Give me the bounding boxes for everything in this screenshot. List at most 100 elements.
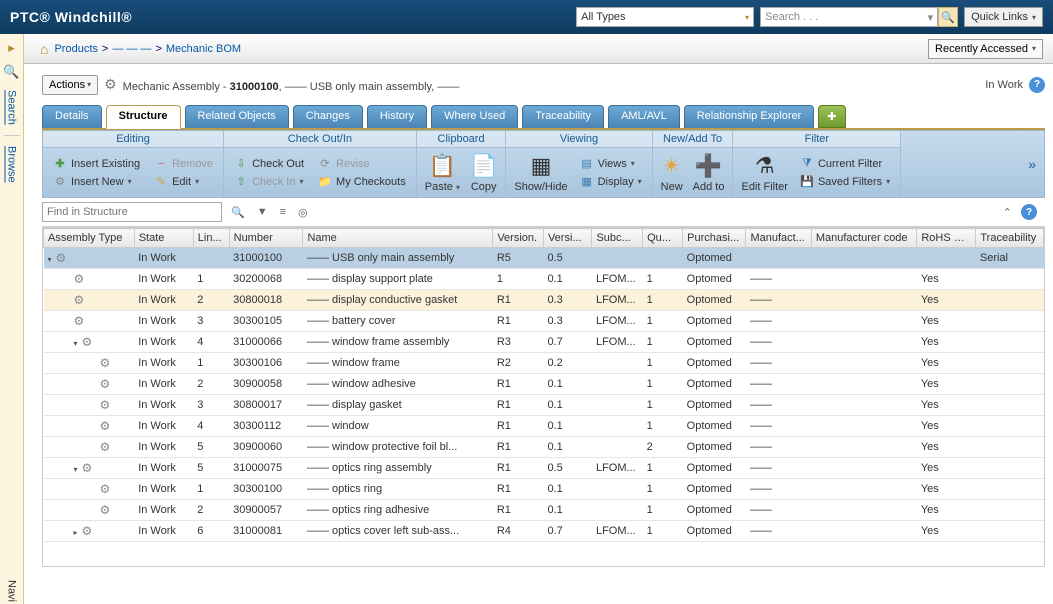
tab-where-used[interactable]: Where Used	[431, 105, 518, 128]
col-header[interactable]: Assembly Type	[44, 229, 135, 248]
table-row[interactable]: ⚙In Work430300112—— windowR10.11Optomed—…	[44, 416, 1044, 437]
ribbon-newadd: New/Add To ✴New ➕Add to	[653, 131, 734, 197]
col-header[interactable]: Number	[229, 229, 303, 248]
table-row[interactable]: ⚙In Work130300106—— window frameR20.21Op…	[44, 353, 1044, 374]
col-header[interactable]: Subc...	[592, 229, 643, 248]
edit[interactable]: ✎Edit ▾	[152, 174, 215, 190]
ribbon-group-title: Filter	[733, 131, 900, 148]
help-icon[interactable]: ?	[1029, 77, 1045, 93]
table-row[interactable]: ▾⚙In Work531000075—— optics ring assembl…	[44, 458, 1044, 479]
tab-traceability[interactable]: Traceability	[522, 105, 604, 128]
insert-new[interactable]: ⚙Insert New ▾	[51, 174, 142, 190]
tree-toggle-icon[interactable]: ▾	[74, 465, 82, 474]
tab-relationship-explorer[interactable]: Relationship Explorer	[684, 105, 815, 128]
col-header[interactable]: Manufact...	[746, 229, 811, 248]
search-button[interactable]: 🔍	[938, 7, 958, 27]
gear-icon: ⚙	[82, 335, 93, 349]
pencil-icon: ✎	[154, 175, 168, 189]
ribbon-group-title: Viewing	[506, 131, 651, 148]
tab-changes[interactable]: Changes	[293, 105, 363, 128]
search-input[interactable]: Search . . . ▾	[760, 7, 938, 27]
tab-details[interactable]: Details	[42, 105, 102, 128]
add-to[interactable]: ➕Add to	[693, 153, 725, 193]
sidebar-search[interactable]: Search	[6, 88, 18, 127]
current-filter[interactable]: ⧩Current Filter	[798, 156, 892, 172]
show-hide[interactable]: ▦Show/Hide	[514, 153, 567, 193]
col-header[interactable]: Versi...	[543, 229, 592, 248]
table-row[interactable]: ⚙In Work130200068—— display support plat…	[44, 269, 1044, 290]
edit-filter[interactable]: ⚗Edit Filter	[741, 153, 787, 193]
views[interactable]: ▤Views ▾	[578, 156, 644, 172]
table-row[interactable]: ⚙In Work530900060—— window protective fo…	[44, 437, 1044, 458]
table-row[interactable]: ⚙In Work230900057—— optics ring adhesive…	[44, 500, 1044, 521]
new[interactable]: ✴New	[661, 153, 683, 193]
tab-add[interactable]: ✚	[818, 105, 845, 128]
table: Assembly TypeStateLin...NumberNameVersio…	[43, 228, 1044, 542]
sidebar-browse[interactable]: Browse	[6, 144, 18, 185]
gear-icon: ⚙	[100, 482, 111, 496]
home-icon[interactable]: ⌂	[40, 41, 48, 57]
breadcrumb-products[interactable]: Products	[54, 43, 97, 55]
table-row[interactable]: ▸⚙In Work631000081—— optics cover left s…	[44, 521, 1044, 542]
collapse-icon[interactable]: ⌃	[1000, 206, 1015, 219]
gear-icon: ⚙	[82, 524, 93, 538]
filter-icon: ⚗	[755, 153, 775, 179]
table-row[interactable]: ⚙In Work330300105—— battery coverR10.3LF…	[44, 311, 1044, 332]
funnel-icon[interactable]: ▼	[254, 206, 271, 218]
actions-button[interactable]: Actions ▾	[42, 75, 98, 95]
breadcrumb-mechanic-bom[interactable]: Mechanic BOM	[166, 43, 241, 55]
tree-icon[interactable]: ≡	[277, 206, 289, 218]
gear-icon: ⚙	[56, 251, 67, 265]
table-row[interactable]: ⚙In Work230800018—— display conductive g…	[44, 290, 1044, 311]
status: In Work ?	[985, 77, 1045, 93]
main: Actions ▾ ⚙ Mechanic Assembly - 31000100…	[24, 64, 1053, 604]
find-input[interactable]	[42, 202, 222, 222]
expand-icon[interactable]: ▸	[4, 40, 20, 56]
col-header[interactable]: Name	[303, 229, 493, 248]
col-header[interactable]: Manufacturer code	[811, 229, 916, 248]
gear-icon: ⚙	[74, 293, 85, 307]
table-row[interactable]: ⚙In Work330800017—— display gasketR10.11…	[44, 395, 1044, 416]
check-out[interactable]: ⇩Check Out	[232, 156, 306, 172]
help-icon[interactable]: ?	[1021, 204, 1037, 220]
saved-filters[interactable]: 💾Saved Filters ▾	[798, 174, 892, 190]
find-icon[interactable]: 🔍	[228, 206, 248, 219]
col-header[interactable]: Purchasi...	[683, 229, 746, 248]
quick-links[interactable]: Quick Links ▾	[964, 7, 1043, 27]
table-row[interactable]: ⚙In Work130300100—— optics ringR10.11Opt…	[44, 479, 1044, 500]
table-row[interactable]: ▾⚙In Work431000066—— window frame assemb…	[44, 332, 1044, 353]
tab-history[interactable]: History	[367, 105, 427, 128]
folder-icon: 📁	[318, 175, 332, 189]
col-header[interactable]: Lin...	[193, 229, 229, 248]
tree-toggle-icon[interactable]: ▸	[74, 528, 82, 537]
tab-related-objects[interactable]: Related Objects	[185, 105, 289, 128]
col-header[interactable]: Qu...	[643, 229, 683, 248]
col-header[interactable]: Version.	[493, 229, 544, 248]
search-icon[interactable]: 🔍	[4, 64, 20, 80]
col-header[interactable]: Traceability	[976, 229, 1044, 248]
titlebar: Actions ▾ ⚙ Mechanic Assembly - 31000100…	[42, 74, 1045, 95]
breadcrumb-1[interactable]: — — —	[112, 43, 151, 55]
copy[interactable]: 📄Copy	[470, 153, 497, 193]
recently-accessed[interactable]: Recently Accessed ▾	[928, 39, 1043, 59]
tree-toggle-icon[interactable]: ▾	[74, 339, 82, 348]
table-row[interactable]: ⚙In Work230900058—— window adhesiveR10.1…	[44, 374, 1044, 395]
display[interactable]: ▦Display ▾	[578, 174, 644, 190]
tab-aml-avl[interactable]: AML/AVL	[608, 105, 680, 128]
tab-structure[interactable]: Structure	[106, 105, 181, 129]
ribbon-check: Check Out/In ⇩Check Out ⇧Check In ▾ ⟳Rev…	[224, 131, 417, 197]
sidebar-navi[interactable]: Navi	[6, 578, 18, 604]
tree-toggle-icon[interactable]: ▾	[48, 255, 56, 264]
revise: ⟳Revise	[316, 156, 408, 172]
funnel-icon: ⧩	[800, 157, 814, 171]
target-icon[interactable]: ◎	[295, 206, 311, 219]
paste[interactable]: 📋Paste ▾	[425, 153, 460, 193]
my-checkouts[interactable]: 📁My Checkouts	[316, 174, 408, 190]
table-row[interactable]: ▾⚙In Work31000100—— USB only main assemb…	[44, 248, 1044, 269]
type-select[interactable]: All Types ▾	[576, 7, 754, 27]
checkout-icon: ⇩	[234, 157, 248, 171]
col-header[interactable]: State	[134, 229, 193, 248]
insert-existing[interactable]: ✚Insert Existing	[51, 156, 142, 172]
col-header[interactable]: RoHS Sta...	[917, 229, 976, 248]
ribbon-more[interactable]: »	[1020, 131, 1044, 197]
